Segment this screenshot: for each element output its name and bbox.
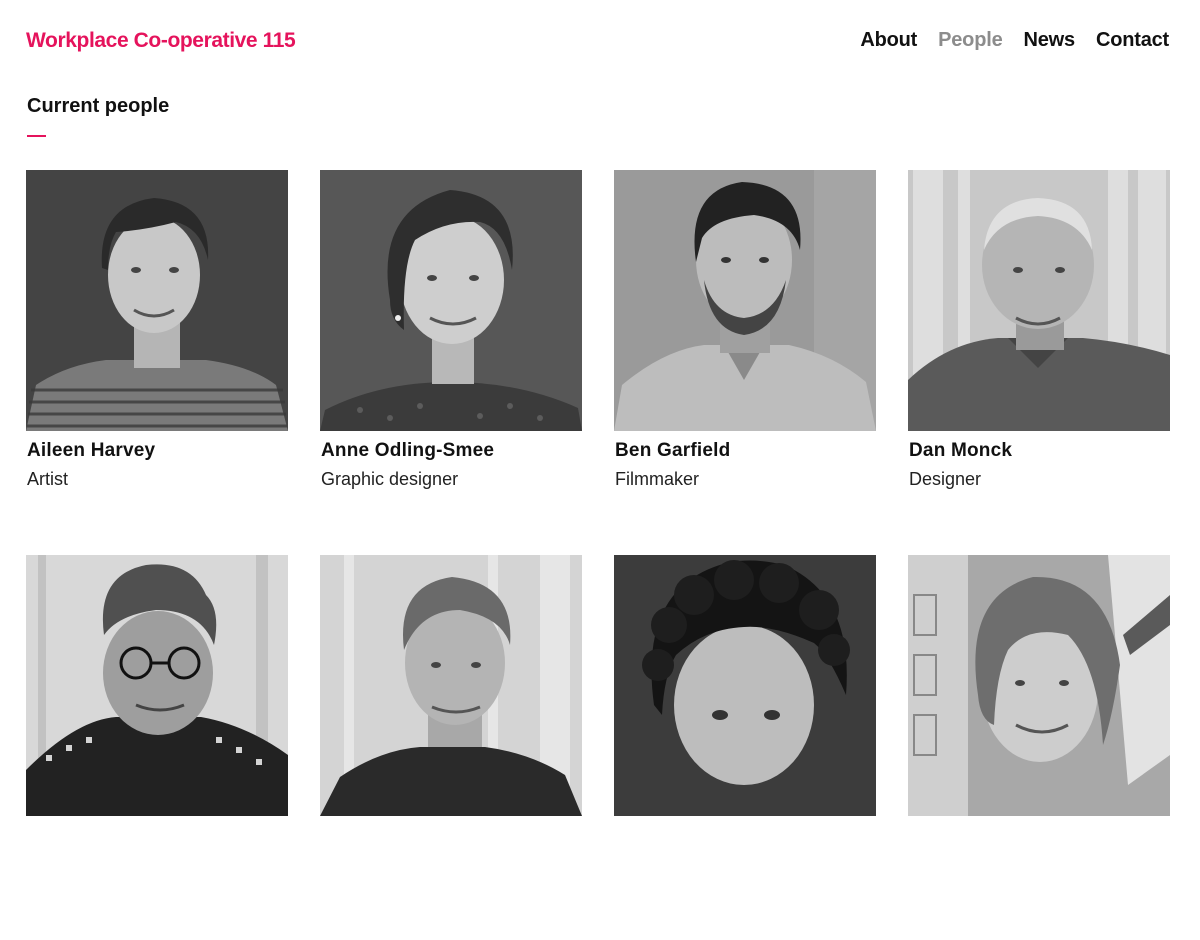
person-role: Graphic designer — [321, 469, 459, 489]
nav-item-news[interactable]: News — [1024, 29, 1076, 52]
person-photo — [26, 170, 288, 431]
person-card[interactable] — [614, 555, 876, 940]
site-logo[interactable]: Workplace Co-operative 115 — [26, 29, 296, 53]
person-role: Designer — [909, 469, 982, 489]
person-card[interactable]: Aileen Harvey Artist — [26, 170, 288, 555]
person-photo — [908, 555, 1170, 816]
person-photo — [320, 170, 582, 431]
main-nav: About People News Contact — [860, 29, 1169, 52]
person-card[interactable] — [908, 555, 1170, 940]
person-card[interactable]: Ben Garfield Filmmaker — [614, 170, 876, 555]
person-name[interactable]: Anne Odling-Smee — [321, 440, 582, 462]
section-title: Current people — [27, 95, 170, 117]
person-name[interactable]: Ben Garfield — [615, 440, 876, 462]
person-card[interactable]: Anne Odling-Smee Graphic designer — [320, 170, 582, 555]
nav-item-people[interactable]: People — [938, 29, 1003, 52]
person-name[interactable]: Dan Monck — [909, 440, 1170, 462]
person-photo — [908, 170, 1170, 431]
person-name[interactable]: Aileen Harvey — [27, 440, 288, 462]
site-header: Workplace Co-operative 115 About People … — [0, 0, 1200, 85]
person-card[interactable] — [26, 555, 288, 940]
person-card[interactable] — [320, 555, 582, 940]
title-accent-line — [27, 135, 46, 137]
person-photo — [614, 555, 876, 816]
person-role: Artist — [27, 469, 69, 489]
person-role: Filmmaker — [615, 469, 699, 489]
people-grid: Aileen Harvey Artist Anne Odling-Smee Gr… — [26, 170, 1170, 940]
person-card[interactable]: Dan Monck Designer — [908, 170, 1170, 555]
nav-item-contact[interactable]: Contact — [1096, 29, 1169, 52]
person-photo — [320, 555, 582, 816]
nav-item-about[interactable]: About — [860, 29, 917, 52]
person-photo — [614, 170, 876, 431]
person-photo — [26, 555, 288, 816]
